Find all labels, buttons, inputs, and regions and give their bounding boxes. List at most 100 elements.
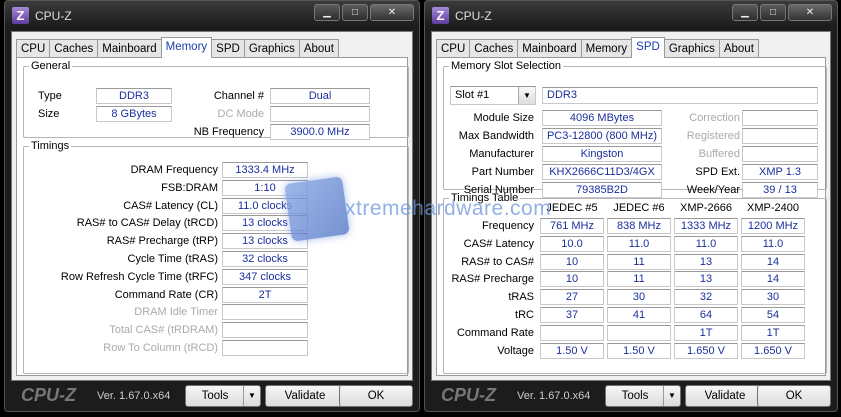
tab-spd[interactable]: SPD [211,39,245,58]
timings-cell: 41 [607,307,671,323]
timing-label: Row Refresh Cycle Time (tRFC) [60,270,218,283]
timings-cell: 1.650 V [674,342,738,359]
version-label: Ver. 1.67.0.x64 [97,390,171,402]
slot-field-label: Manufacturer [469,148,534,160]
slot-select-value: Slot #1 [455,89,490,101]
tab-graphics[interactable]: Graphics [663,39,720,58]
timings-row-label: RAS# Precharge [451,273,534,286]
channel-value: Dual [270,88,370,104]
timings-cell: 10 [540,253,604,270]
close-button[interactable]: ✕ [370,4,414,21]
timings-cell: 27 [540,289,604,306]
tools-dropdown-icon[interactable]: ▼ [663,386,680,406]
slot-field-value: XMP 1.3 [742,164,818,180]
window-title: CPU-Z [35,9,72,23]
slot-field-value: KHX2666C11D3/4GX [542,164,662,180]
timings-cell: 13 [674,271,738,288]
timings-cell [607,324,671,341]
slot-field-value [742,128,818,144]
timings-column-header: XMP-2666 [680,202,732,214]
tab-cpu[interactable]: CPU [436,39,471,58]
tab-mainboard[interactable]: Mainboard [97,39,162,58]
channel-label: Channel # [213,90,264,102]
timing-label: Total CAS# (tRDRAM) [109,324,218,337]
close-button[interactable]: ✕ [788,4,832,21]
timings-cell: 14 [741,253,805,270]
timings-cell: 1T [741,324,805,341]
timings-row-label: Command Rate [456,326,534,339]
timings-cell: 1.50 V [607,342,671,359]
chevron-down-icon[interactable]: ▼ [518,87,535,104]
cpuz-app-icon: Z [432,7,449,24]
timings-cell: 30 [607,289,671,306]
bottom-bar: CPU-Z Ver. 1.67.0.x64 Tools ▼ Validate O… [431,383,831,409]
validate-button[interactable]: Validate [265,385,345,407]
validate-button[interactable]: Validate [685,385,765,407]
minimize-button[interactable]: ▁ [732,4,758,21]
tab-bar: CPU Caches Mainboard Memory SPD Graphics… [16,37,339,58]
timings-legend: Timings [31,140,70,152]
timings-cell: 1.50 V [540,342,604,359]
tab-caches[interactable]: Caches [469,39,519,58]
memory-type-value: DDR3 [542,87,818,104]
general-group: General Type DDR3 Size 8 GBytes Channel … [23,60,409,140]
cpuz-brand-logo: CPU-Z [441,385,496,405]
dcmode-label: DC Mode [217,108,264,120]
timing-label: Row To Column (tRCD) [103,342,218,354]
ok-button[interactable]: OK [757,385,831,407]
watermark-logo-icon [284,176,350,242]
tab-memory[interactable]: Memory [580,39,633,58]
timings-row-label: CAS# Latency [463,237,534,250]
tab-cpu[interactable]: CPU [16,39,51,58]
timing-label: RAS# Precharge (tRP) [106,235,218,248]
slot-field-value [742,110,818,126]
tab-bar: CPU Caches Mainboard Memory SPD Graphics… [436,37,759,58]
tab-about[interactable]: About [718,39,759,58]
slot-field-value [742,146,818,162]
slot-field-value: 4096 MBytes [542,110,662,126]
tools-dropdown-icon[interactable]: ▼ [243,386,260,406]
timings-cell: 37 [540,307,604,323]
maximize-button[interactable]: □ [342,4,368,21]
timings-group: Timings DRAM Frequency 1333.4 MHz FSB:DRAM… [23,140,409,374]
slot-field-label: SPD Ext. [695,166,740,178]
tab-graphics[interactable]: Graphics [243,39,300,58]
timings-cell: 1.650 V [741,342,805,359]
tab-memory[interactable]: Memory [160,37,213,58]
maximize-button[interactable]: □ [760,4,786,21]
slot-field-label: Buffered [698,148,740,160]
tab-about[interactable]: About [298,39,339,58]
timings-column-header: XMP-2400 [747,202,799,214]
size-label: Size [38,108,60,120]
timing-label: RAS# to CAS# Delay (tRCD) [76,217,218,230]
slot-field-label: Correction [689,112,740,124]
slot-select[interactable]: Slot #1 ▼ [450,86,536,105]
slot-field-label: Part Number [471,166,534,178]
timings-row-label: tRAS [508,291,534,304]
tab-spd[interactable]: SPD [631,37,665,58]
timing-value: 1333.4 MHz [222,162,308,178]
timings-cell: 838 MHz [607,218,671,234]
nbfreq-value: 3900.0 MHz [270,124,370,140]
tab-caches[interactable]: Caches [49,39,99,58]
minimize-button[interactable]: ▁ [314,4,340,21]
timings-cell: 11.0 [674,235,738,252]
tab-mainboard[interactable]: Mainboard [517,39,582,58]
tools-button[interactable]: Tools ▼ [185,385,261,407]
tools-button[interactable]: Tools ▼ [605,385,681,407]
size-value: 8 GBytes [96,106,172,122]
ok-button[interactable]: OK [339,385,413,407]
nbfreq-label: NB Frequency [193,126,264,138]
timing-label: DRAM Frequency [130,164,218,176]
timing-label: FSB:DRAM [161,181,218,194]
timing-value: 32 clocks [222,251,308,267]
timings-cell: 10.0 [540,235,604,252]
slot-field-value: PC3-12800 (800 MHz) [542,128,662,144]
timings-cell: 11.0 [741,235,805,252]
timings-cell: 1T [674,324,738,341]
slot-field-label: Max Bandwidth [458,130,534,142]
timing-label: DRAM Idle Timer [134,306,218,319]
timings-cell: 1333 MHz [674,218,738,234]
timings-column-header: JEDEC #6 [613,202,665,214]
slot-field-value: Kingston [542,146,662,162]
